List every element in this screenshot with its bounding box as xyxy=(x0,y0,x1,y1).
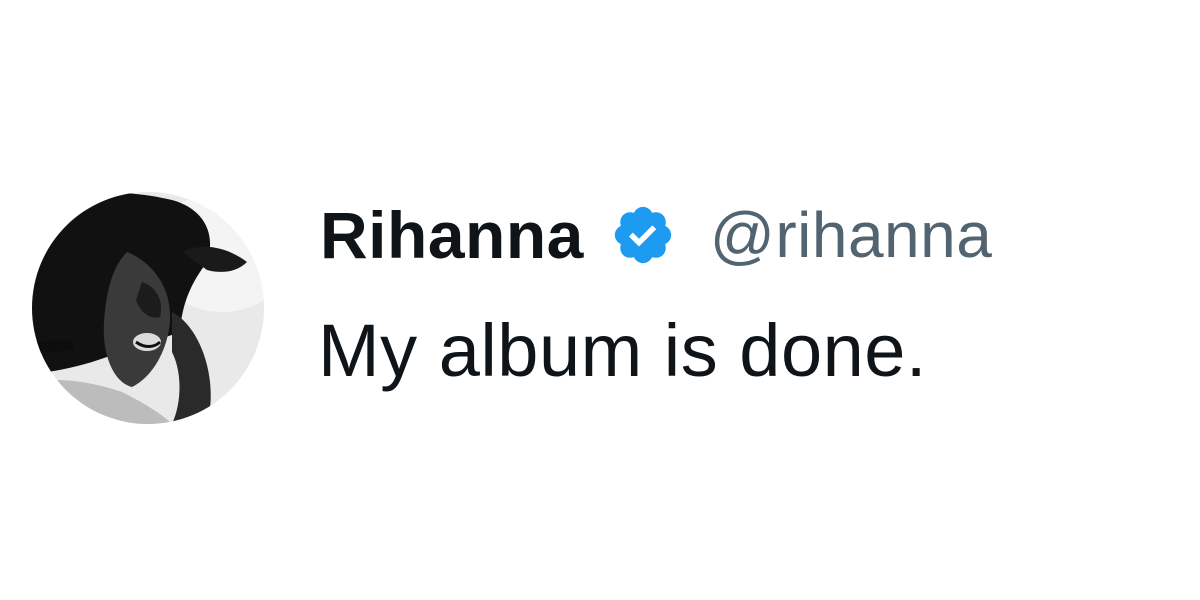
verified-badge-icon[interactable] xyxy=(610,202,676,268)
tweet-text: My album is done. xyxy=(318,309,927,392)
tweet-header: Rihanna @rihanna xyxy=(320,190,992,280)
display-name[interactable]: Rihanna xyxy=(320,197,584,273)
profile-avatar[interactable] xyxy=(32,192,264,424)
avatar-photo xyxy=(32,192,264,424)
user-handle[interactable]: @rihanna xyxy=(710,198,992,272)
tweet-card: Rihanna @rihanna My album is done. xyxy=(0,0,1200,600)
